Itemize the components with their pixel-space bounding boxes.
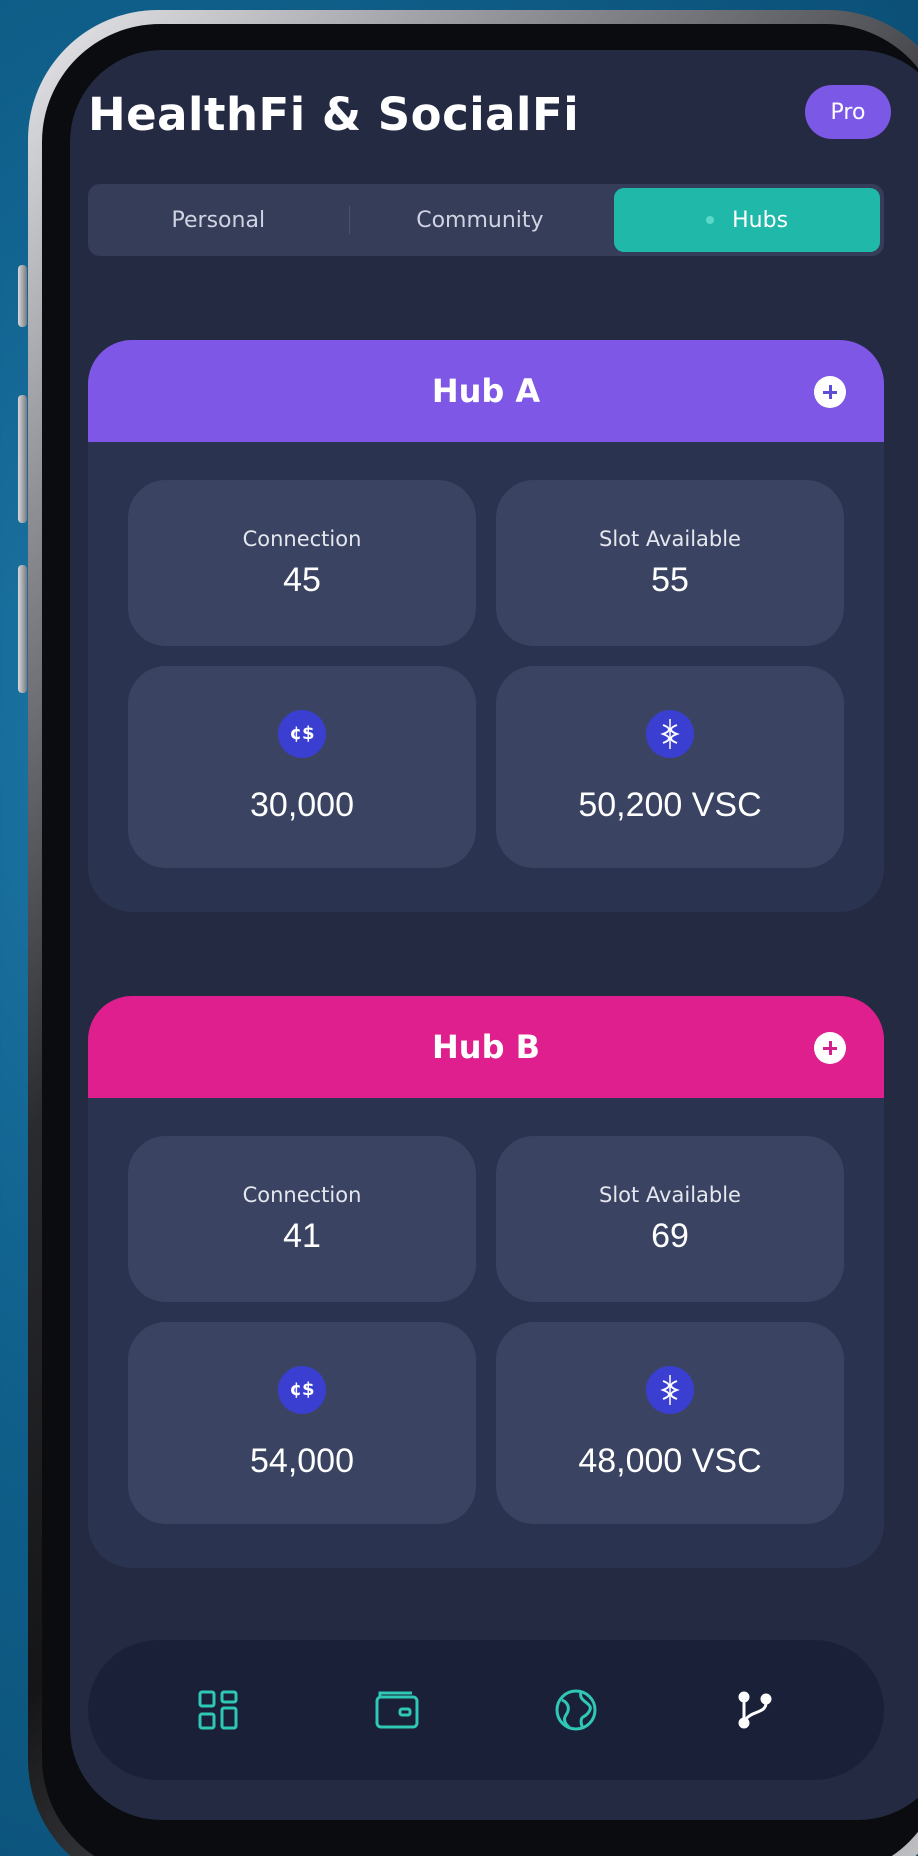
hub-card-a: Hub A Connection 45 Slot Available 55 ¢$… [88,340,884,912]
stat-value: 69 [651,1216,689,1255]
tab-community[interactable]: Community [350,184,611,256]
stat-value: 45 [283,560,321,599]
stat-value: 50,200 VSC [578,785,762,824]
tab-bar: Personal Community Hubs [88,184,884,256]
stat-vsc: 48,000 VSC [496,1322,844,1524]
stat-value: 41 [283,1216,321,1255]
mute-switch [18,265,27,327]
hub-header: Hub B [88,996,884,1098]
bottom-nav [88,1640,884,1780]
tab-hubs[interactable]: Hubs [614,188,880,252]
stat-coin: ¢$ 54,000 [128,1322,476,1524]
wallet-icon[interactable] [367,1680,427,1740]
stat-value: 48,000 VSC [578,1441,762,1480]
stat-value: 54,000 [250,1441,354,1480]
hub-name: Hub A [431,372,541,410]
pro-badge[interactable]: Pro [805,85,891,139]
stat-value: 30,000 [250,785,354,824]
volume-down-button [18,565,27,693]
stat-vsc: 50,200 VSC [496,666,844,868]
page-title: HealthFi & SocialFi [88,88,580,141]
dashboard-icon[interactable] [188,1680,248,1740]
add-circle-icon[interactable] [814,376,846,408]
add-circle-icon[interactable] [814,1032,846,1064]
hub-name: Hub B [432,1028,540,1066]
stat-value: 55 [651,560,689,599]
tab-label: Community [416,207,544,233]
stat-label: Slot Available [599,1182,741,1207]
stat-slot-available: Slot Available 55 [496,480,844,646]
coin-icon: ¢$ [278,709,326,758]
hub-card-b: Hub B Connection 41 Slot Available 69 ¢$… [88,996,884,1568]
hub-stats: Connection 41 Slot Available 69 ¢$ 54,00… [128,1136,844,1524]
stat-connection: Connection 45 [128,480,476,646]
stat-coin: ¢$ 30,000 [128,666,476,868]
stat-label: Slot Available [599,526,741,551]
tab-personal[interactable]: Personal [88,184,349,256]
hub-stats: Connection 45 Slot Available 55 ¢$ 30,00… [128,480,844,868]
hub-header: Hub A [88,340,884,442]
volume-up-button [18,395,27,523]
globe-icon[interactable] [546,1680,606,1740]
stat-label: Connection [242,1182,362,1207]
stat-slot-available: Slot Available 69 [496,1136,844,1302]
stat-label: Connection [242,526,362,551]
helix-icon [646,709,694,758]
helix-icon [646,1365,694,1414]
branch-icon[interactable] [725,1680,785,1740]
tab-label: Hubs [732,207,789,233]
coin-icon: ¢$ [278,1365,326,1414]
tab-label: Personal [171,207,266,233]
active-dot-icon [706,216,715,224]
stat-connection: Connection 41 [128,1136,476,1302]
app-screen: HealthFi & SocialFi Pro Personal Communi… [70,50,918,1820]
